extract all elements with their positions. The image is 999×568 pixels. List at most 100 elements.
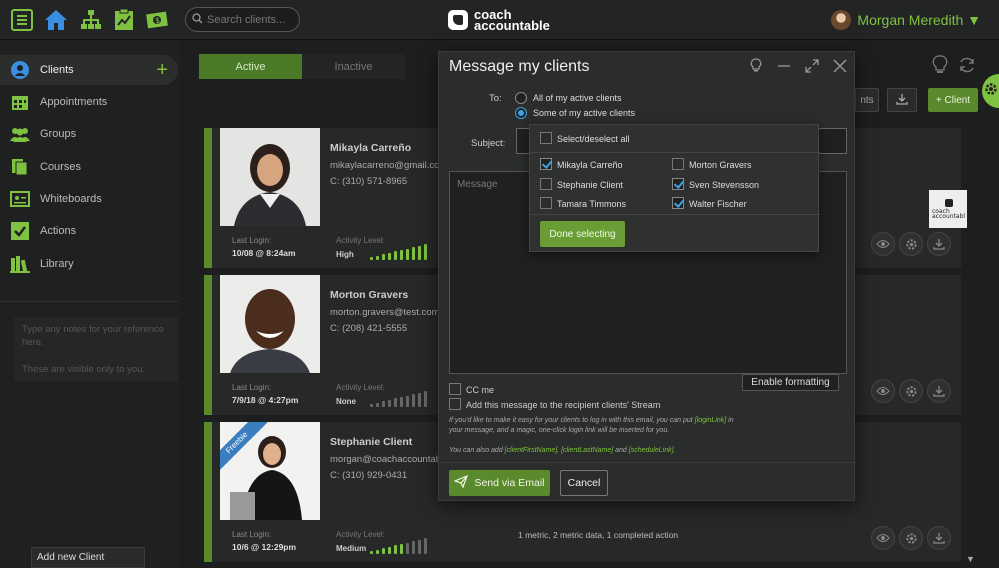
login-link-token: [loginLink]: [694, 417, 727, 424]
select-all-checkbox[interactable]: [540, 132, 552, 144]
download-icon[interactable]: [927, 379, 951, 403]
refresh-icon[interactable]: [958, 56, 976, 79]
user-menu[interactable]: Morgan Meredith ▼: [831, 10, 981, 30]
client-checkbox-morton[interactable]: [672, 158, 684, 170]
client-email[interactable]: morton.gravers@test.com: [330, 307, 439, 318]
client-name[interactable]: Stephanie Client: [330, 436, 412, 448]
add-to-stream-label[interactable]: Add this message to the recipient client…: [466, 400, 660, 410]
cancel-button[interactable]: Cancel: [560, 470, 608, 496]
client-option-label[interactable]: Walter Fischer: [689, 199, 747, 209]
dialog-title: Message my clients: [449, 58, 590, 75]
add-icon[interactable]: +: [156, 59, 168, 82]
send-icon: [453, 474, 469, 491]
download-icon[interactable]: [927, 232, 951, 256]
enable-formatting-button[interactable]: Enable formatting: [742, 374, 839, 391]
home-icon[interactable]: [44, 8, 68, 32]
money-icon[interactable]: $: [146, 8, 170, 32]
gear-icon[interactable]: [899, 379, 923, 403]
done-selecting-button[interactable]: Done selecting: [540, 221, 625, 247]
client-checkbox-mikayla[interactable]: [540, 158, 552, 170]
client-option-label[interactable]: Mikayla Carreño: [557, 160, 623, 170]
client-metrics: 1 metric, 2 metric data, 1 completed act…: [518, 530, 679, 540]
client-checkbox-stephanie[interactable]: [540, 178, 552, 190]
gear-icon[interactable]: [899, 526, 923, 550]
client-email[interactable]: mikaylacarreno@gmail.com: [330, 160, 447, 171]
tab-inactive[interactable]: Inactive: [302, 54, 405, 79]
client-option-label[interactable]: Tamara Timmons: [557, 199, 626, 209]
gear-icon[interactable]: [899, 232, 923, 256]
sidebar-item-appointments[interactable]: Appointments: [0, 87, 178, 117]
client-name[interactable]: Mikayla Carreño: [330, 142, 411, 154]
minimize-icon[interactable]: [776, 58, 792, 74]
radio-all-clients-label[interactable]: All of my active clients: [533, 93, 622, 103]
download-icon[interactable]: [927, 526, 951, 550]
activity-bar: [412, 541, 415, 554]
client-checkbox-walter[interactable]: [672, 197, 684, 209]
activity-bar: [424, 538, 427, 554]
org-chart-icon[interactable]: [79, 8, 103, 32]
message-clients-dialog: Message my clients To: All of my active …: [438, 51, 856, 501]
activity-level-value: High: [336, 250, 354, 259]
sidebar-item-whiteboards[interactable]: Whiteboards: [0, 184, 178, 214]
client-email[interactable]: morgan@coachaccountable.c: [330, 454, 456, 465]
notes-area[interactable]: Type any notes for your reference here. …: [14, 317, 178, 381]
coachaccountable-logo[interactable]: coach accountable: [448, 8, 550, 32]
client-name[interactable]: Morton Gravers: [330, 289, 408, 301]
client-checkbox-tamara[interactable]: [540, 197, 552, 209]
client-option-label[interactable]: Sven Stevensson: [689, 180, 759, 190]
subject-label: Subject:: [471, 138, 506, 149]
svg-text:accountable: accountable: [932, 213, 965, 219]
lightbulb-icon[interactable]: [932, 55, 948, 80]
client-option-label[interactable]: Morton Gravers: [689, 160, 752, 170]
download-button[interactable]: [887, 88, 917, 112]
radio-all-clients[interactable]: [515, 92, 527, 104]
activity-bar: [394, 251, 397, 260]
chart-clipboard-icon[interactable]: [112, 8, 136, 32]
client-photo: [220, 275, 320, 373]
search-box[interactable]: [185, 7, 300, 32]
send-via-email-button[interactable]: Send via Email: [449, 470, 550, 496]
settings-tab[interactable]: [982, 74, 999, 108]
partial-button[interactable]: nts: [855, 88, 879, 112]
eye-icon[interactable]: [871, 232, 895, 256]
expand-icon[interactable]: [804, 58, 820, 74]
sidebar-item-clients[interactable]: Clients +: [0, 55, 178, 85]
eye-icon[interactable]: [871, 526, 895, 550]
sidebar-item-actions[interactable]: Actions: [0, 216, 178, 246]
activity-bars: [370, 391, 427, 407]
activity-bar: [406, 542, 409, 554]
cc-me-checkbox[interactable]: [449, 383, 461, 395]
whiteboard-icon: [10, 189, 30, 209]
activity-bar: [406, 248, 409, 260]
activity-bar: [388, 546, 391, 554]
search-input[interactable]: [207, 13, 297, 26]
client-photo: [220, 128, 320, 226]
radio-some-clients-label[interactable]: Some of my active clients: [533, 108, 635, 118]
close-icon[interactable]: [832, 58, 848, 74]
last-login-value: 10/6 @ 12:29pm: [232, 542, 297, 552]
search-icon: [192, 11, 203, 29]
add-client-button[interactable]: + Client: [928, 88, 978, 112]
add-new-client-tooltip[interactable]: Add new Client: [31, 547, 145, 568]
activity-bar: [382, 254, 385, 260]
client-checkbox-sven[interactable]: [672, 178, 684, 190]
sidebar-item-courses[interactable]: Courses: [0, 152, 178, 182]
activity-bar: [400, 397, 403, 407]
lightbulb-icon[interactable]: [748, 58, 764, 74]
sidebar-item-library[interactable]: Library: [0, 249, 178, 279]
tab-active[interactable]: Active: [199, 54, 302, 79]
first-name-token: [clientFirstName]: [504, 447, 558, 454]
add-to-stream-checkbox[interactable]: [449, 398, 461, 410]
gear-icon: [984, 82, 998, 101]
eye-icon[interactable]: [871, 379, 895, 403]
menu-icon[interactable]: [10, 8, 34, 32]
send-label: Send via Email: [474, 477, 545, 489]
radio-some-clients[interactable]: [515, 107, 527, 119]
activity-bar: [394, 545, 397, 554]
scroll-down-icon[interactable]: ▼: [966, 554, 975, 564]
sidebar-item-groups[interactable]: Groups: [0, 119, 178, 149]
client-option-label[interactable]: Stephanie Client: [557, 180, 623, 190]
select-all-label[interactable]: Select/deselect all: [557, 134, 630, 144]
cc-me-label[interactable]: CC me: [466, 385, 494, 395]
activity-bar: [418, 392, 421, 407]
